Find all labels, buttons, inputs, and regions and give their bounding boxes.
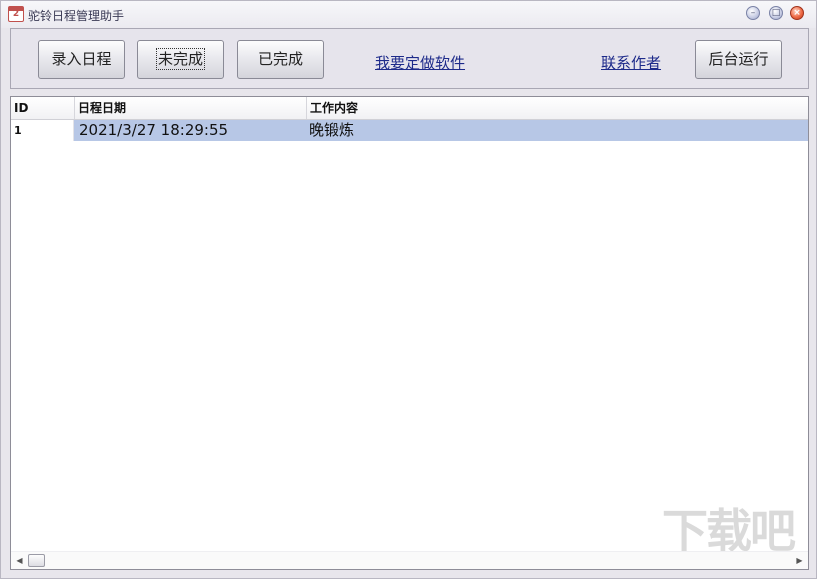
schedule-list[interactable]: ID 日程日期 工作内容 1 2021/3/27 18:29:55 晚锻炼 下载… [10,96,809,570]
minimize-button[interactable]: – [746,6,760,20]
row-date: 2021/3/27 18:29:55 [74,120,306,141]
maximize-button[interactable]: □ [769,6,783,20]
list-header: ID 日程日期 工作内容 [11,97,808,120]
scroll-right-icon[interactable]: ▶ [791,552,808,569]
incomplete-label: 未完成 [155,48,206,70]
contact-author-link[interactable]: 联系作者 [601,52,661,73]
custom-software-link[interactable]: 我要定做软件 [375,52,465,73]
scroll-left-icon[interactable]: ◀ [11,552,28,569]
window-title: 驼铃日程管理助手 [28,9,125,23]
completed-label: 已完成 [257,50,303,68]
column-header-id[interactable]: ID [11,97,75,119]
minimize-icon: – [750,8,756,18]
run-background-button[interactable]: 后台运行 [695,40,782,79]
title-bar[interactable]: 2 驼铃日程管理助手 – □ × [1,1,816,28]
add-schedule-button[interactable]: 录入日程 [38,40,125,79]
row-content: 晚锻炼 [306,120,808,141]
column-header-content[interactable]: 工作内容 [307,97,808,119]
completed-button[interactable]: 已完成 [237,40,324,79]
incomplete-button[interactable]: 未完成 [137,40,224,79]
row-id: 1 [11,120,74,141]
table-row[interactable]: 1 2021/3/27 18:29:55 晚锻炼 [11,120,808,141]
maximize-icon: □ [771,8,781,18]
add-schedule-label: 录入日程 [51,50,112,68]
close-button[interactable]: × [790,6,804,20]
horizontal-scrollbar[interactable]: ◀ ▶ [11,551,808,569]
close-icon: × [793,8,801,18]
calendar-icon: 2 [8,6,24,22]
toolbar: 录入日程 未完成 已完成 我要定做软件 联系作者 后台运行 [10,28,809,89]
app-window: 2 驼铃日程管理助手 – □ × 录入日程 未完成 已完成 我要定做软件 联系作… [0,0,817,579]
run-background-label: 后台运行 [708,50,769,68]
column-header-date[interactable]: 日程日期 [75,97,307,119]
scroll-thumb[interactable] [28,554,45,567]
